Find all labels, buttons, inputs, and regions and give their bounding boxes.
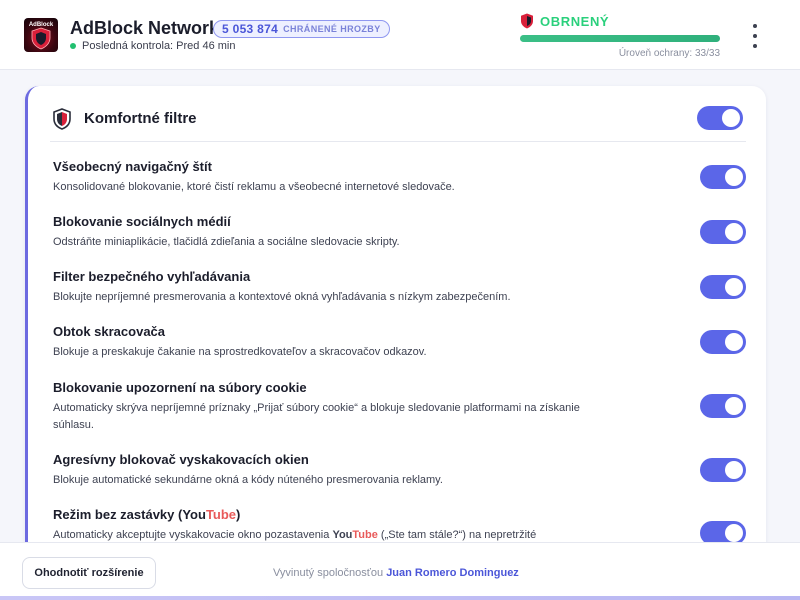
rate-extension-button[interactable]: Ohodnotiť rozšírenie — [22, 557, 156, 589]
filter-title-prefix: Režim bez zastávky ( — [53, 507, 183, 522]
master-toggle[interactable] — [697, 106, 743, 130]
protection-status: OBRNENÝ — [540, 14, 610, 29]
author-link[interactable]: Juan Romero Dominguez — [386, 567, 519, 579]
filter-title: Blokovanie sociálnych médií — [53, 214, 231, 229]
protection-progress-fill — [520, 35, 720, 42]
filter-toggle-navigation-shield[interactable] — [700, 165, 746, 189]
filter-toggle-popup-blocker[interactable] — [700, 458, 746, 482]
filter-row: Blokovanie upozornení na súbory cookie A… — [53, 380, 753, 434]
filter-title: Obtok skracovača — [53, 324, 166, 339]
toggle-knob — [725, 461, 743, 479]
filter-row: Režim bez zastávky (YouTube) Automaticky… — [53, 507, 753, 545]
filter-title: Blokovanie upozornení na súbory cookie — [53, 380, 307, 395]
toggle-knob — [725, 223, 743, 241]
logo-shield-icon: AdBlock — [29, 22, 54, 50]
app-logo: AdBlock — [24, 18, 58, 52]
filter-title: Všeobecný navigačný štít — [53, 159, 212, 174]
filter-title: Režim bez zastávky (YouTube) — [53, 507, 753, 523]
filter-toggle-safe-search[interactable] — [700, 275, 746, 299]
last-check-text: Posledná kontrola: Pred 46 min — [82, 40, 236, 52]
kebab-dot — [753, 44, 757, 48]
filter-desc-suffix: („Ste tam stále?“) na nepretržité — [377, 529, 537, 541]
toggle-knob — [725, 168, 743, 186]
shield-icon — [521, 13, 533, 29]
filter-desc: Automaticky skrýva nepríjemné príznaky „… — [53, 402, 580, 431]
threats-label: CHRÁNENÉ HROZBY — [283, 24, 381, 34]
kebab-dot — [753, 34, 757, 38]
toggle-knob — [725, 333, 743, 351]
filter-title: Filter bezpečného vyhľadávania — [53, 269, 251, 284]
filter-row: Filter bezpečného vyhľadávania Blokujte … — [53, 269, 753, 306]
toggle-knob — [722, 109, 740, 127]
toggle-knob — [725, 524, 743, 542]
filter-desc: Konsolidované blokovanie, ktoré čistí re… — [53, 181, 455, 193]
developer-credit: Vyvinutý spoločnosťou Juan Romero Doming… — [273, 567, 519, 579]
last-check: Posledná kontrola: Pred 46 min — [70, 40, 235, 52]
filter-desc: Blokujte nepríjemné presmerovania a kont… — [53, 291, 511, 303]
filter-row: Obtok skracovača Blokuje a preskakuje ča… — [53, 324, 753, 361]
card-header: Komfortné filtre — [50, 106, 746, 142]
threats-count: 5 053 874 — [222, 22, 279, 36]
online-status-dot — [70, 43, 76, 49]
kebab-menu-icon[interactable] — [748, 24, 762, 48]
youtube-you: You — [182, 507, 206, 522]
filter-row: Agresívny blokovač vyskakovacích okien B… — [53, 452, 753, 489]
threats-badge: 5 053 874 CHRÁNENÉ HROZBY — [213, 20, 390, 38]
app-footer: Ohodnotiť rozšírenie Vyvinutý spoločnosť… — [0, 542, 800, 600]
filter-toggle-social-media[interactable] — [700, 220, 746, 244]
filter-row: Všeobecný navigačný štít Konsolidované b… — [53, 159, 753, 196]
kebab-dot — [753, 24, 757, 28]
app-title: AdBlock Network — [70, 18, 220, 38]
filter-title-suffix: ) — [236, 507, 241, 522]
youtube-tube: Tube — [205, 507, 237, 522]
filter-row: Blokovanie sociálnych médií Odstráňte mi… — [53, 214, 753, 251]
bottom-accent-bar — [0, 596, 800, 600]
shield-icon — [53, 108, 71, 130]
credit-prefix: Vyvinutý spoločnosťou — [273, 567, 384, 579]
filter-toggle-shortener-bypass[interactable] — [700, 330, 746, 354]
toggle-knob — [725, 278, 743, 296]
youtube-brand-tube: Tube — [352, 529, 378, 541]
filter-desc: Odstráňte miniaplikácie, tlačidlá zdieľa… — [53, 236, 400, 248]
filter-desc-prefix: Automaticky akceptujte vyskakovacie okno… — [53, 529, 333, 541]
app-header: AdBlock AdBlock Network 5 053 874 CHRÁNE… — [0, 0, 800, 70]
protection-progress — [520, 35, 720, 42]
filter-desc: Blokuje automatické sekundárne okná a kó… — [53, 474, 443, 486]
protection-level: Úroveň ochrany: 33/33 — [618, 48, 720, 59]
youtube-brand-you: You — [332, 529, 353, 541]
svg-text:AdBlock: AdBlock — [29, 22, 54, 28]
filter-toggle-cookie-notices[interactable] — [700, 394, 746, 418]
filter-desc: Blokuje a preskakuje čakanie na sprostre… — [53, 346, 427, 358]
card-title: Komfortné filtre — [84, 110, 197, 127]
toggle-knob — [725, 397, 743, 415]
comfort-filters-card: Komfortné filtre Všeobecný navigačný ští… — [25, 86, 766, 556]
filter-title: Agresívny blokovač vyskakovacích okien — [53, 452, 309, 467]
